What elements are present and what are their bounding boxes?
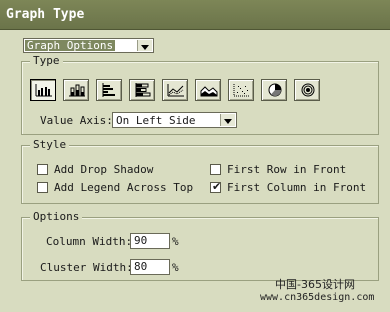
options-group: Options Column Width: 90 % Cluster Width… bbox=[21, 210, 379, 281]
value-axis-select[interactable]: On Left Side bbox=[112, 112, 237, 128]
chevron-down-icon[interactable] bbox=[137, 40, 152, 51]
grouped-column-icon bbox=[35, 84, 52, 97]
options-group-title: Options bbox=[30, 210, 83, 223]
line-graph-icon bbox=[167, 84, 184, 97]
scatter-graph-icon bbox=[233, 84, 250, 97]
add-legend-across-top-label: Add Legend Across Top bbox=[54, 181, 194, 194]
add-legend-across-top-checkbox[interactable] bbox=[37, 182, 48, 193]
first-row-in-front-checkbox[interactable] bbox=[210, 164, 221, 175]
watermark-site: 中国-365设计网 bbox=[275, 278, 355, 291]
check-mark-icon: ✔ bbox=[212, 180, 222, 193]
grouped-bar-button[interactable] bbox=[96, 79, 122, 101]
watermark-url: www.cn365design.com bbox=[260, 292, 375, 303]
column-width-input[interactable]: 90 bbox=[130, 233, 170, 249]
graph-options-value: Graph Options bbox=[25, 39, 116, 52]
pie-graph-button[interactable] bbox=[261, 79, 287, 101]
grouped-column-button[interactable] bbox=[30, 79, 56, 101]
graph-options-select[interactable]: Graph Options bbox=[23, 38, 154, 53]
first-row-in-front-label: First Row in Front bbox=[227, 163, 347, 176]
type-group-title: Type bbox=[30, 54, 63, 67]
line-graph-button[interactable] bbox=[162, 79, 188, 101]
stacked-column-icon bbox=[69, 84, 85, 97]
cluster-width-input[interactable]: 80 bbox=[130, 259, 170, 275]
scatter-graph-button[interactable] bbox=[228, 79, 254, 101]
value-axis-label: Value Axis: bbox=[40, 114, 113, 127]
first-column-in-front-label: First Column in Front bbox=[227, 181, 367, 194]
add-drop-shadow-label: Add Drop Shadow bbox=[54, 163, 154, 176]
column-width-unit: % bbox=[172, 235, 179, 248]
cluster-width-label: Cluster Width: bbox=[40, 261, 133, 274]
stacked-column-button[interactable] bbox=[63, 79, 89, 101]
area-graph-icon bbox=[200, 86, 218, 97]
first-column-in-front-checkbox[interactable]: ✔ bbox=[210, 180, 222, 193]
cluster-width-unit: % bbox=[172, 261, 179, 274]
style-group: Style Add Drop Shadow Add Legend Across … bbox=[21, 138, 379, 204]
style-group-title: Style bbox=[30, 138, 70, 151]
radar-graph-icon bbox=[301, 83, 315, 97]
add-drop-shadow-checkbox[interactable] bbox=[37, 164, 48, 175]
radar-graph-button[interactable] bbox=[294, 79, 320, 101]
grouped-bar-icon bbox=[102, 83, 115, 97]
window-title: Graph Type bbox=[0, 0, 390, 30]
value-axis-value: On Left Side bbox=[116, 114, 196, 127]
stacked-bar-icon bbox=[135, 83, 151, 97]
pie-graph-icon bbox=[268, 83, 282, 97]
chevron-down-icon[interactable] bbox=[220, 114, 235, 126]
stacked-bar-button[interactable] bbox=[129, 79, 155, 101]
type-group: Type Value Axis: On Left Side bbox=[21, 54, 379, 135]
area-graph-button[interactable] bbox=[195, 79, 221, 101]
column-width-label: Column Width: bbox=[46, 235, 133, 248]
